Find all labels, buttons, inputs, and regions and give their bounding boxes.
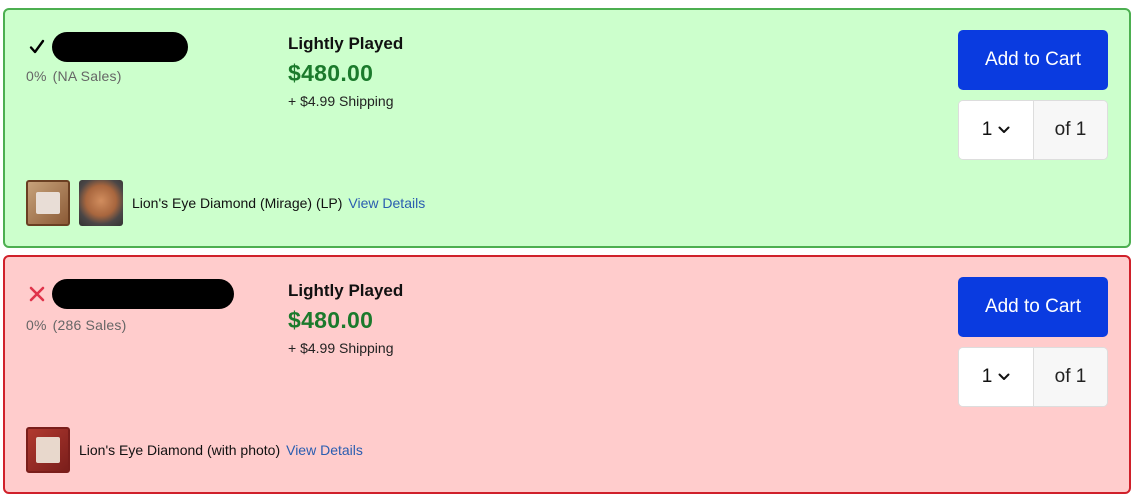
card-thumbnail[interactable] bbox=[26, 180, 70, 226]
chevron-down-icon bbox=[998, 373, 1010, 380]
shipping-cost: + $4.99 Shipping bbox=[288, 340, 394, 356]
add-to-cart-button[interactable]: Add to Cart bbox=[958, 30, 1108, 90]
quantity-available: of 1 bbox=[1034, 348, 1107, 406]
redacted-seller-name bbox=[52, 279, 234, 309]
quantity-dropdown[interactable]: 1 bbox=[959, 101, 1034, 159]
card-photo-thumbnail[interactable] bbox=[26, 427, 70, 473]
add-to-cart-button[interactable]: Add to Cart bbox=[958, 277, 1108, 337]
redacted-seller-name bbox=[52, 32, 188, 62]
card-details-row: Lion's Eye Diamond (with photo) View Det… bbox=[26, 427, 363, 473]
offer-info: Lightly Played $480.00 + $4.99 Shipping bbox=[288, 281, 403, 356]
feedback-sales: (NA Sales) bbox=[52, 68, 122, 84]
seller-row bbox=[26, 32, 188, 62]
quantity-selector: 1 of 1 bbox=[958, 347, 1108, 407]
card-details-row: Lion's Eye Diamond (Mirage) (LP) View De… bbox=[26, 180, 425, 226]
price: $480.00 bbox=[288, 307, 374, 333]
check-icon bbox=[26, 36, 48, 58]
feedback-sales: (286 Sales) bbox=[52, 317, 127, 333]
price: $480.00 bbox=[288, 60, 374, 86]
seller-feedback: 0% (NA Sales) bbox=[26, 68, 128, 84]
quantity-dropdown[interactable]: 1 bbox=[959, 348, 1034, 406]
card-photo-thumbnail[interactable] bbox=[79, 180, 123, 226]
listing-card-1: 0% (NA Sales) Lightly Played $480.00 + $4… bbox=[3, 8, 1131, 248]
view-details-link[interactable]: View Details bbox=[286, 442, 363, 458]
listing-card-2: 0% (286 Sales) Lightly Played $480.00 + $… bbox=[3, 255, 1131, 494]
offer-info: Lightly Played $480.00 + $4.99 Shipping bbox=[288, 34, 403, 109]
seller-feedback: 0% (286 Sales) bbox=[26, 317, 132, 333]
seller-row bbox=[26, 279, 234, 309]
view-details-link[interactable]: View Details bbox=[348, 195, 425, 211]
feedback-percent: 0% bbox=[26, 317, 47, 333]
quantity-value: 1 bbox=[981, 119, 993, 140]
card-title: Lion's Eye Diamond (Mirage) (LP) bbox=[132, 195, 343, 211]
quantity-value: 1 bbox=[981, 366, 993, 387]
feedback-percent: 0% bbox=[26, 68, 47, 84]
shipping-cost: + $4.99 Shipping bbox=[288, 93, 394, 109]
chevron-down-icon bbox=[998, 126, 1010, 133]
quantity-available: of 1 bbox=[1034, 101, 1107, 159]
condition-label: Lightly Played bbox=[288, 281, 404, 300]
card-title: Lion's Eye Diamond (with photo) bbox=[79, 442, 281, 458]
x-icon bbox=[26, 283, 48, 305]
condition-label: Lightly Played bbox=[288, 34, 404, 53]
quantity-selector: 1 of 1 bbox=[958, 100, 1108, 160]
